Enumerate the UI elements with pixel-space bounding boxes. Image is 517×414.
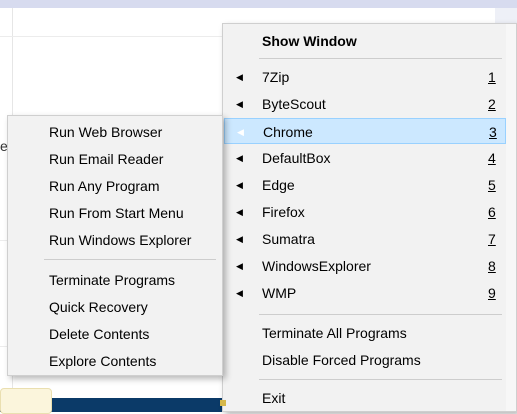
menu-separator [44,259,216,260]
menu-separator [259,58,502,59]
menu-item-accelerator: 7 [488,231,496,247]
submenu-item-run-web-browser[interactable]: Run Web Browser [9,119,221,145]
background-tooltip [0,388,52,414]
menu-item-label: Edge [262,177,295,193]
submenu-arrow-icon: ◀ [236,72,243,82]
menu-item-accelerator: 4 [488,150,496,166]
menu-item-label: 7Zip [262,69,290,85]
context-menu: Show Window ◀ 7Zip 1 ◀ ByteScout 2 ◀ Chr… [222,23,517,412]
menu-item-label: Disable Forced Programs [262,352,421,368]
menu-item-accelerator: 6 [488,204,496,220]
menu-item-terminate-all[interactable]: Terminate All Programs [224,320,506,346]
tray-tooltip-tail [220,400,226,406]
menu-item-label: WMP [262,285,297,301]
menu-separator [259,379,502,380]
submenu-item-explore-contents[interactable]: Explore Contents [9,348,221,374]
submenu-item-run-from-start-menu[interactable]: Run From Start Menu [9,200,221,226]
menu-item-chrome[interactable]: ◀ Chrome 3 [224,118,506,144]
menu-item-accelerator: 2 [488,96,496,112]
submenu-arrow-icon: ◀ [236,99,243,109]
menu-item-label: WindowsExplorer [262,258,371,274]
menu-item-disable-forced[interactable]: Disable Forced Programs [224,347,506,373]
menu-item-exit[interactable]: Exit [224,385,506,411]
menu-item-show-window[interactable]: Show Window [224,28,506,54]
submenu-arrow-icon: ◀ [236,153,243,163]
submenu-item-run-email-reader[interactable]: Run Email Reader [9,146,221,172]
menu-item-label: ByteScout [262,96,326,112]
menu-item-sumatra[interactable]: ◀ Sumatra 7 [224,226,506,252]
menu-item-label: Terminate All Programs [262,325,407,341]
submenu-item-run-any-program[interactable]: Run Any Program [9,173,221,199]
menu-edge [506,24,516,411]
menu-item-accelerator: 5 [488,177,496,193]
menu-item-label: Exit [262,390,286,406]
submenu-item-quick-recovery[interactable]: Quick Recovery [9,294,221,320]
menu-item-bytescout[interactable]: ◀ ByteScout 2 [224,91,506,117]
menu-item-label: Show Window [262,33,357,49]
submenu-arrow-icon: ◀ [236,207,243,217]
submenu-arrow-icon: ◀ [236,234,243,244]
menu-item-label: DefaultBox [262,150,331,166]
menu-item-label: Sumatra [262,231,315,247]
submenu-arrow-icon: ◀ [237,127,244,137]
menu-item-accelerator: 9 [488,285,496,301]
menu-item-defaultbox[interactable]: ◀ DefaultBox 4 [224,145,506,171]
submenu-item-delete-contents[interactable]: Delete Contents [9,321,221,347]
menu-item-label: Chrome [263,124,313,140]
submenu-arrow-icon: ◀ [236,261,243,271]
desktop-strip [0,0,517,8]
menu-item-accelerator: 8 [488,258,496,274]
menu-separator [259,314,502,315]
menu-item-firefox[interactable]: ◀ Firefox 6 [224,199,506,225]
menu-item-wmp[interactable]: ◀ WMP 9 [224,280,506,306]
background-row-line [0,36,230,37]
menu-item-accelerator: 3 [489,124,497,140]
menu-item-label: Firefox [262,204,305,220]
menu-item-7zip[interactable]: ◀ 7Zip 1 [224,64,506,90]
submenu-item-terminate-programs[interactable]: Terminate Programs [9,267,221,293]
menu-item-edge[interactable]: ◀ Edge 5 [224,172,506,198]
menu-item-accelerator: 1 [488,69,496,85]
submenu-item-run-windows-explorer[interactable]: Run Windows Explorer [9,227,221,253]
submenu-arrow-icon: ◀ [236,180,243,190]
menu-item-windowsexplorer[interactable]: ◀ WindowsExplorer 8 [224,253,506,279]
submenu-arrow-icon: ◀ [236,288,243,298]
chrome-submenu: Run Web Browser Run Email Reader Run Any… [7,115,223,376]
